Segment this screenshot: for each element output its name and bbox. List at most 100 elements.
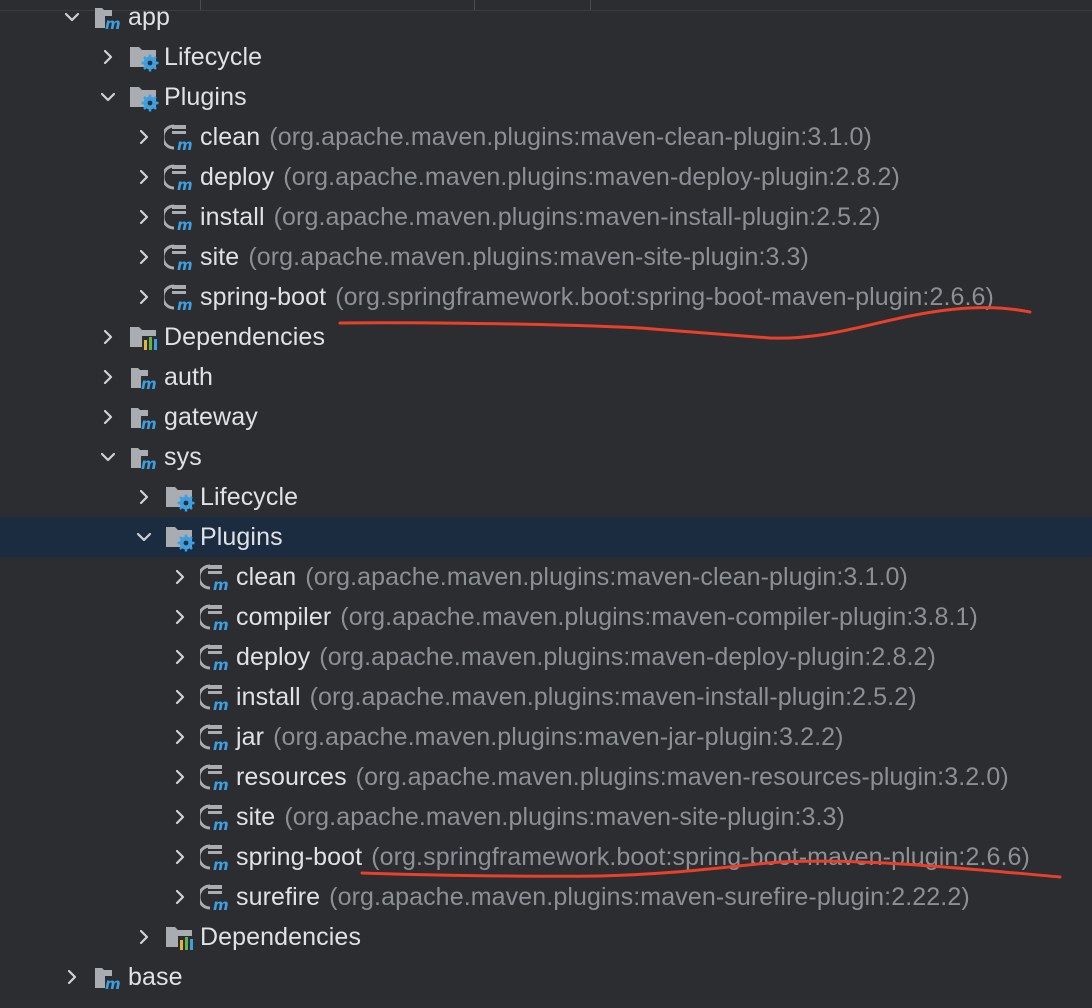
tree-node-label: resources	[236, 762, 347, 791]
lifecycle-folder-icon	[128, 42, 162, 72]
tree-row-install[interactable]: m install (org.apache.maven.plugins:maven-…	[0, 197, 1092, 237]
tree-node-label: Lifecycle	[200, 482, 299, 511]
maven-plugin-icon: m	[197, 682, 234, 714]
chevron-right-icon[interactable]	[170, 687, 190, 707]
tree-row-jar[interactable]: m jar (org.apache.maven.plugins:maven-jar-…	[0, 717, 1092, 757]
chevron-right-icon[interactable]	[134, 127, 154, 147]
chevron-down-icon[interactable]	[98, 447, 118, 467]
tree-row-install[interactable]: m install (org.apache.maven.plugins:maven-…	[0, 677, 1092, 717]
chevron-right-icon[interactable]	[170, 727, 190, 747]
svg-text:m: m	[213, 816, 229, 832]
maven-module-icon: m	[92, 2, 126, 33]
maven-plugin-icon: m	[161, 242, 198, 274]
tree-row-compiler[interactable]: m compiler (org.apache.maven.plugins:maven…	[0, 597, 1092, 637]
tree-node-label: Plugins	[164, 82, 247, 111]
chevron-right-icon[interactable]	[134, 207, 154, 227]
plugin-coordinates: (org.springframework.boot:spring-boot-ma…	[335, 282, 994, 311]
chevron-right-icon[interactable]	[170, 807, 190, 827]
tree-node-label: auth	[164, 362, 214, 391]
tree-row-lifecycle[interactable]: Lifecycle	[0, 477, 1092, 517]
chevron-right-icon[interactable]	[170, 887, 190, 907]
chevron-right-icon[interactable]	[134, 167, 154, 187]
tree-row-spring-boot[interactable]: m spring-boot (org.springframework.boot:sp…	[0, 837, 1092, 877]
tree-row-dependencies[interactable]: Dependencies	[0, 917, 1092, 957]
svg-text:m: m	[177, 296, 193, 312]
tree-row-plugins[interactable]: Plugins	[0, 77, 1092, 117]
svg-text:m: m	[177, 216, 193, 232]
maven-plugin-icon: m	[161, 122, 198, 154]
plugin-coordinates: (org.apache.maven.plugins:maven-clean-pl…	[269, 122, 872, 151]
chevron-right-icon[interactable]	[170, 607, 190, 627]
tree-node-label: jar	[236, 722, 265, 751]
chevron-right-icon[interactable]	[98, 47, 118, 67]
svg-text:m: m	[213, 656, 229, 672]
chevron-right-icon[interactable]	[170, 847, 190, 867]
plugin-coordinates: (org.apache.maven.plugins:maven-site-plu…	[284, 802, 845, 831]
maven-module-icon: m	[128, 402, 162, 433]
maven-plugin-icon: m	[197, 602, 234, 634]
plugin-coordinates: (org.apache.maven.plugins:maven-deploy-p…	[319, 642, 936, 671]
tree-row-surefire[interactable]: m surefire (org.apache.maven.plugins:maven…	[0, 877, 1092, 917]
tree-node-label: clean	[236, 562, 297, 591]
chevron-right-icon[interactable]	[98, 327, 118, 347]
maven-plugin-icon: m	[197, 562, 234, 594]
svg-text:m: m	[177, 176, 193, 192]
maven-projects-tree[interactable]: m app Lifecycle Plugins m clean (org.apache.ma…	[0, 0, 1092, 1008]
chevron-down-icon[interactable]	[62, 7, 82, 27]
chevron-right-icon[interactable]	[170, 767, 190, 787]
tree-row-base[interactable]: m base	[0, 957, 1092, 997]
svg-text:m: m	[105, 15, 121, 32]
chevron-right-icon[interactable]	[98, 367, 118, 387]
tree-row-auth[interactable]: m auth	[0, 357, 1092, 397]
chevron-right-icon[interactable]	[98, 407, 118, 427]
tree-row-site[interactable]: m site (org.apache.maven.plugins:maven-sit…	[0, 797, 1092, 837]
tree-row-app[interactable]: m app	[0, 0, 1092, 37]
tree-node-label: app	[128, 2, 171, 31]
svg-text:m: m	[213, 736, 229, 752]
plugin-coordinates: (org.apache.maven.plugins:maven-jar-plug…	[273, 722, 844, 751]
tree-node-label: sys	[164, 442, 202, 471]
plugins-folder-icon	[164, 522, 198, 552]
chevron-right-icon[interactable]	[170, 567, 190, 587]
chevron-right-icon[interactable]	[134, 487, 154, 507]
plugins-folder-icon	[128, 82, 162, 112]
maven-plugin-icon: m	[161, 162, 198, 194]
tree-row-deploy[interactable]: m deploy (org.apache.maven.plugins:maven-d…	[0, 157, 1092, 197]
tree-row-sys[interactable]: m sys	[0, 437, 1092, 477]
plugin-coordinates: (org.apache.maven.plugins:maven-clean-pl…	[305, 562, 908, 591]
maven-plugin-icon: m	[197, 802, 234, 834]
tree-row-dependencies[interactable]: Dependencies	[0, 317, 1092, 357]
svg-text:m: m	[141, 415, 157, 432]
chevron-right-icon[interactable]	[62, 967, 82, 987]
chevron-right-icon[interactable]	[134, 247, 154, 267]
chevron-right-icon[interactable]	[134, 287, 154, 307]
svg-text:m: m	[177, 136, 193, 152]
tree-node-label: surefire	[236, 882, 321, 911]
plugin-coordinates: (org.apache.maven.plugins:maven-install-…	[273, 202, 881, 231]
maven-module-icon: m	[92, 962, 126, 993]
tree-row-plugins[interactable]: Plugins	[0, 517, 1092, 557]
tree-node-label: spring-boot	[200, 282, 327, 311]
tree-row-lifecycle[interactable]: Lifecycle	[0, 37, 1092, 77]
dependencies-folder-icon	[128, 322, 162, 352]
tree-row-deploy[interactable]: m deploy (org.apache.maven.plugins:maven-d…	[0, 637, 1092, 677]
svg-text:m: m	[213, 576, 229, 592]
tree-row-clean[interactable]: m clean (org.apache.maven.plugins:maven-cl…	[0, 557, 1092, 597]
tree-row-spring-boot[interactable]: m spring-boot (org.springframework.boot:sp…	[0, 277, 1092, 317]
chevron-right-icon[interactable]	[170, 647, 190, 667]
svg-text:m: m	[213, 696, 229, 712]
tree-row-gateway[interactable]: m gateway	[0, 397, 1092, 437]
chevron-right-icon[interactable]	[134, 927, 154, 947]
tree-node-label: Dependencies	[200, 922, 362, 951]
tree-row-clean[interactable]: m clean (org.apache.maven.plugins:maven-cl…	[0, 117, 1092, 157]
maven-plugin-icon: m	[197, 642, 234, 674]
plugin-coordinates: (org.apache.maven.plugins:maven-install-…	[309, 682, 917, 711]
dependencies-folder-icon	[164, 922, 198, 952]
tree-node-label: deploy	[200, 162, 275, 191]
chevron-down-icon[interactable]	[134, 527, 154, 547]
svg-text:m: m	[141, 455, 157, 472]
chevron-down-icon[interactable]	[98, 87, 118, 107]
tree-row-resources[interactable]: m resources (org.apache.maven.plugins:mave…	[0, 757, 1092, 797]
tree-node-label: spring-boot	[236, 842, 363, 871]
tree-row-site[interactable]: m site (org.apache.maven.plugins:maven-sit…	[0, 237, 1092, 277]
